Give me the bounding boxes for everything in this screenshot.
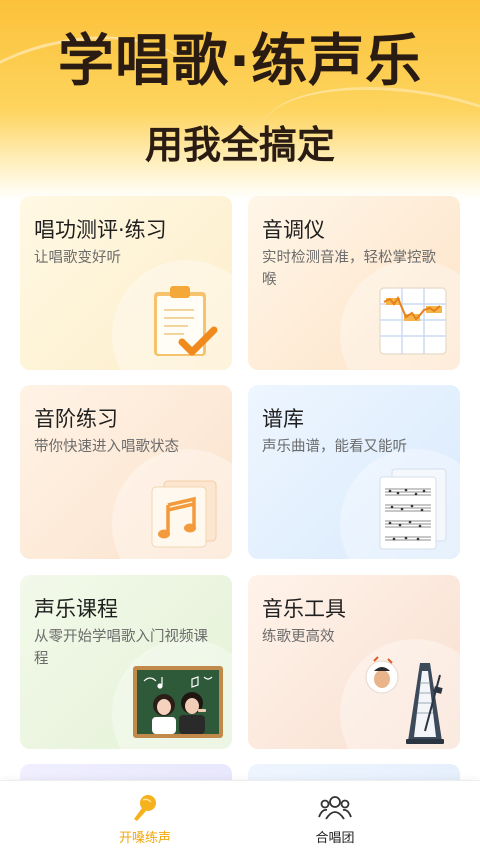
group-people-icon [318, 796, 352, 820]
tab-label: 合唱团 [315, 831, 355, 846]
card-title: 音阶练习 [34, 407, 118, 431]
card-score-library[interactable]: 谱库 声乐曲谱，能看又能听 [248, 385, 460, 559]
card-scale-practice[interactable]: 音阶练习 带你快速进入唱歌状态 [20, 385, 232, 559]
card-title: 唱功测评·练习 [34, 218, 167, 242]
card-description: 从零开始学唱歌入门视频课程 [34, 629, 208, 667]
clipboard-check-icon [154, 286, 218, 356]
microphone-icon [134, 795, 156, 821]
card-description: 声乐曲谱，能看又能听 [262, 439, 407, 455]
tab-choir[interactable]: 合唱团 [215, 781, 455, 854]
card-description: 带你快速进入唱歌状态 [34, 439, 179, 455]
sheet-music-icon [379, 468, 447, 550]
card-music-tools[interactable]: 音乐工具 练歌更高效 [248, 575, 460, 749]
hero-banner: 学唱歌·练声乐 用我全搞定 [0, 0, 480, 200]
bottom-tab-bar: 开嗓练声 合唱团 [0, 780, 480, 854]
card-title: 音调仪 [262, 218, 325, 242]
music-note-icon [151, 480, 217, 548]
hero-title: 学唱歌·练声乐 [57, 29, 423, 94]
card-vocal-course[interactable]: 声乐课程 从零开始学唱歌入门视频课程 [20, 575, 232, 749]
chalkboard-singers-image [133, 666, 223, 738]
card-description: 让唱歌变好听 [34, 250, 121, 266]
card-title: 谱库 [262, 407, 304, 431]
metronome-icon [365, 656, 444, 744]
card-pitch-meter[interactable]: 音调仪 实时检测音准，轻松掌控歌喉 [248, 196, 460, 370]
pitch-graph-icon [379, 287, 447, 355]
card-singing-assessment[interactable]: 唱功测评·练习 让唱歌变好听 [20, 196, 232, 370]
card-title: 音乐工具 [262, 597, 346, 621]
card-title: 声乐课程 [34, 597, 118, 621]
hero-subtitle: 用我全搞定 [144, 123, 335, 167]
card-description: 练歌更高效 [262, 629, 335, 645]
